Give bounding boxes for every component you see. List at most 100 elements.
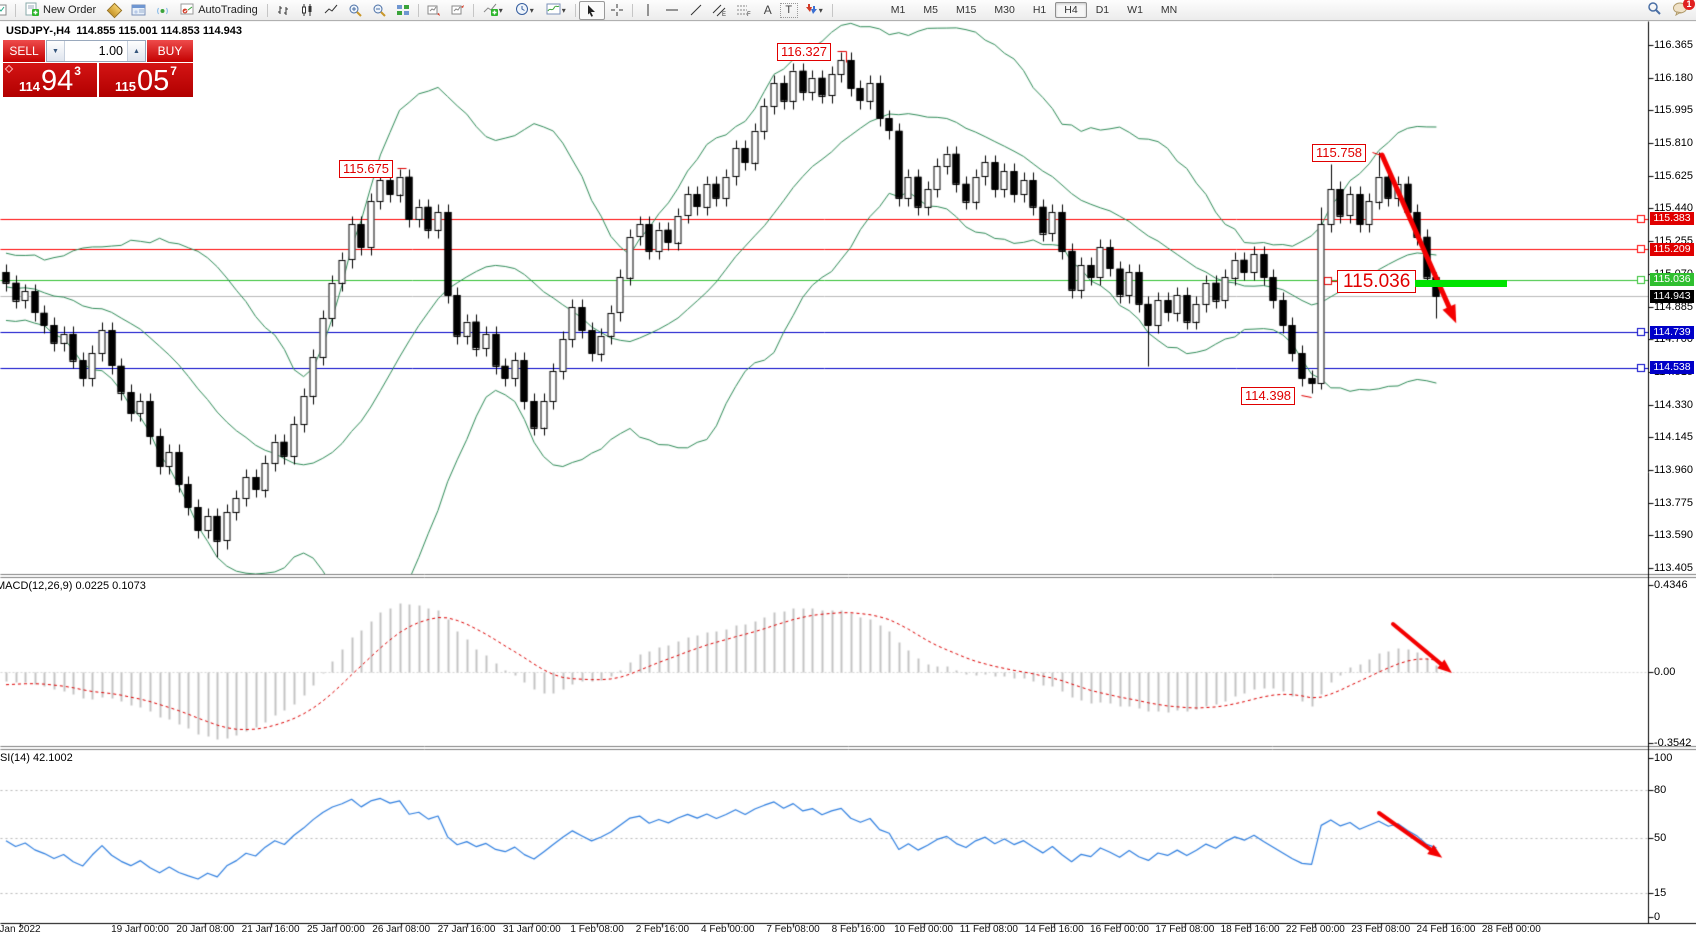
price-callout-115.758[interactable]: 115.758 <box>1312 144 1366 162</box>
timeframe-button-m1[interactable]: M1 <box>882 2 915 18</box>
line-chart-type-icon[interactable] <box>319 2 343 19</box>
timeframe-button-mn[interactable]: MN <box>1152 2 1186 18</box>
crosshair-tool-button[interactable] <box>605 2 629 19</box>
signals-icon[interactable] <box>150 2 174 19</box>
ohlc-readout: 114.855 115.001 114.853 114.943 <box>76 25 242 37</box>
notifications-icon[interactable]: 1 <box>1672 2 1688 19</box>
price-callout-116.327[interactable]: 116.327 <box>777 43 831 61</box>
zoom-out-icon[interactable] <box>367 2 391 19</box>
fibonacci-tool-button[interactable]: F <box>732 2 756 19</box>
sell-price-big: 94 <box>41 68 73 94</box>
trendline-tool-button[interactable] <box>684 2 708 19</box>
search-icon[interactable] <box>1647 1 1662 19</box>
arrows-tool-button[interactable]: ▾ <box>798 2 829 19</box>
text-tool-button[interactable]: A <box>756 2 780 19</box>
timeframe-button-h4[interactable]: H4 <box>1055 2 1086 18</box>
buy-price[interactable]: 115 05 7 <box>99 63 193 97</box>
volume-decrease-button[interactable]: ▼ <box>47 41 65 61</box>
buy-label: BUY <box>158 44 183 58</box>
chevron-down-icon: ▾ <box>819 6 823 15</box>
metaeditor-icon[interactable] <box>126 2 150 19</box>
text-label-tool-button[interactable]: T <box>780 3 798 18</box>
arrow-shapes-icon <box>804 2 818 19</box>
price-marker-114.943: 114.943 <box>1650 290 1694 303</box>
channel-tool-button[interactable]: E <box>708 2 732 19</box>
volume-value[interactable]: 1.00 <box>65 41 127 61</box>
time-axis-label: 28 Feb 00:00 <box>1482 924 1541 935</box>
timeframe-button-w1[interactable]: W1 <box>1118 2 1152 18</box>
price-marker-115.383: 115.383 <box>1650 212 1694 225</box>
price-tick-label: 113.590 <box>1654 529 1693 541</box>
macd-scale-label: 0.4346 <box>1654 579 1688 591</box>
toolbar-separator <box>15 4 16 17</box>
time-axis-label: 2 Feb 16:00 <box>636 924 689 935</box>
zoom-in-icon[interactable] <box>343 2 367 19</box>
time-axis-label: 31 Jan 00:00 <box>503 924 561 935</box>
bar-chart-type-icon[interactable] <box>271 2 295 19</box>
time-axis-label: 26 Jan 08:00 <box>372 924 430 935</box>
price-callout-115.675[interactable]: 115.675 <box>339 160 393 178</box>
time-axis-label: 16 Feb 00:00 <box>1090 924 1149 935</box>
new-order-icon <box>25 2 39 19</box>
rsi-scale-label: 100 <box>1654 752 1672 764</box>
rsi-indicator-label: RSI(14) 42.1002 <box>0 752 73 764</box>
candlestick-type-icon[interactable] <box>295 2 319 19</box>
indicators-menu-button[interactable]: ▾ <box>477 2 509 19</box>
timeframe-button-d1[interactable]: D1 <box>1087 2 1118 18</box>
toolbar-separator <box>418 4 419 17</box>
price-tick-label: 114.330 <box>1654 399 1693 411</box>
time-axis-label: 21 Jan 16:00 <box>242 924 300 935</box>
time-axis-label: 7 Feb 08:00 <box>766 924 819 935</box>
time-axis-label: 18 Feb 16:00 <box>1221 924 1280 935</box>
template-icon <box>546 2 561 19</box>
indicators-icon <box>483 2 498 19</box>
horizontal-line-tool-button[interactable] <box>660 2 684 19</box>
chart-title: USDJPY-,H4114.855 115.001 114.853 114.94… <box>6 25 248 37</box>
periods-menu-button[interactable]: ▾ <box>509 2 540 19</box>
mt4-window: New Order AutoTrading <box>0 0 1696 936</box>
vertical-line-tool-button[interactable] <box>636 2 660 19</box>
rsi-scale-label: 80 <box>1654 784 1666 796</box>
buy-price-big: 05 <box>137 68 169 94</box>
sell-price[interactable]: 114 94 3 <box>3 63 97 97</box>
buy-button[interactable]: BUY <box>147 40 193 62</box>
volume-increase-button[interactable]: ▲ <box>127 41 145 61</box>
timeframe-button-h1[interactable]: H1 <box>1024 2 1055 18</box>
time-axis-label: 11 Feb 08:00 <box>960 924 1018 935</box>
price-callout-115.036[interactable]: 115.036 <box>1337 270 1416 293</box>
price-tick-label: 114.145 <box>1654 431 1693 443</box>
time-axis-label: 20 Jan 08:00 <box>176 924 234 935</box>
toolbar-separator <box>267 4 268 17</box>
price-tick-label: 115.995 <box>1654 104 1693 116</box>
price-tick-label: 113.960 <box>1654 464 1693 476</box>
green-highlight-bar[interactable] <box>1415 280 1507 287</box>
time-axis-label: 22 Feb 00:00 <box>1286 924 1345 935</box>
notification-badge: 1 <box>1683 0 1695 10</box>
charts-icon[interactable] <box>102 2 126 19</box>
cursor-tool-button[interactable] <box>579 1 605 20</box>
sell-price-pip: 3 <box>74 64 81 78</box>
auto-arrange-icon[interactable] <box>422 2 446 19</box>
price-tick-label: 116.365 <box>1654 39 1693 51</box>
rsi-scale-label: 50 <box>1654 832 1666 844</box>
price-marker-114.739: 114.739 <box>1650 326 1694 339</box>
volume-stepper: ▼ 1.00 ▲ <box>46 40 146 62</box>
price-marker-114.538: 114.538 <box>1650 361 1694 374</box>
chevron-down-icon: ▾ <box>530 6 534 15</box>
sell-button[interactable]: SELL <box>3 40 45 62</box>
chart-canvas[interactable] <box>0 0 1696 936</box>
timeframe-button-m15[interactable]: M15 <box>947 2 985 18</box>
track-chart-icon[interactable] <box>446 2 470 19</box>
time-axis-label: 8 Feb 16:00 <box>832 924 885 935</box>
price-callout-114.398[interactable]: 114.398 <box>1241 387 1295 405</box>
svg-text:F: F <box>747 12 751 17</box>
price-tick-label: 115.810 <box>1654 137 1693 149</box>
timeframe-button-m5[interactable]: M5 <box>914 2 947 18</box>
buy-price-pip: 7 <box>170 64 177 78</box>
time-axis-label: 19 Jan 00:00 <box>111 924 169 935</box>
tile-windows-icon[interactable] <box>391 2 415 19</box>
autotrading-button[interactable]: AutoTrading <box>174 2 264 19</box>
timeframe-button-m30[interactable]: M30 <box>985 2 1023 18</box>
new-order-button[interactable]: New Order <box>19 2 102 19</box>
templates-menu-button[interactable]: ▾ <box>540 2 572 19</box>
